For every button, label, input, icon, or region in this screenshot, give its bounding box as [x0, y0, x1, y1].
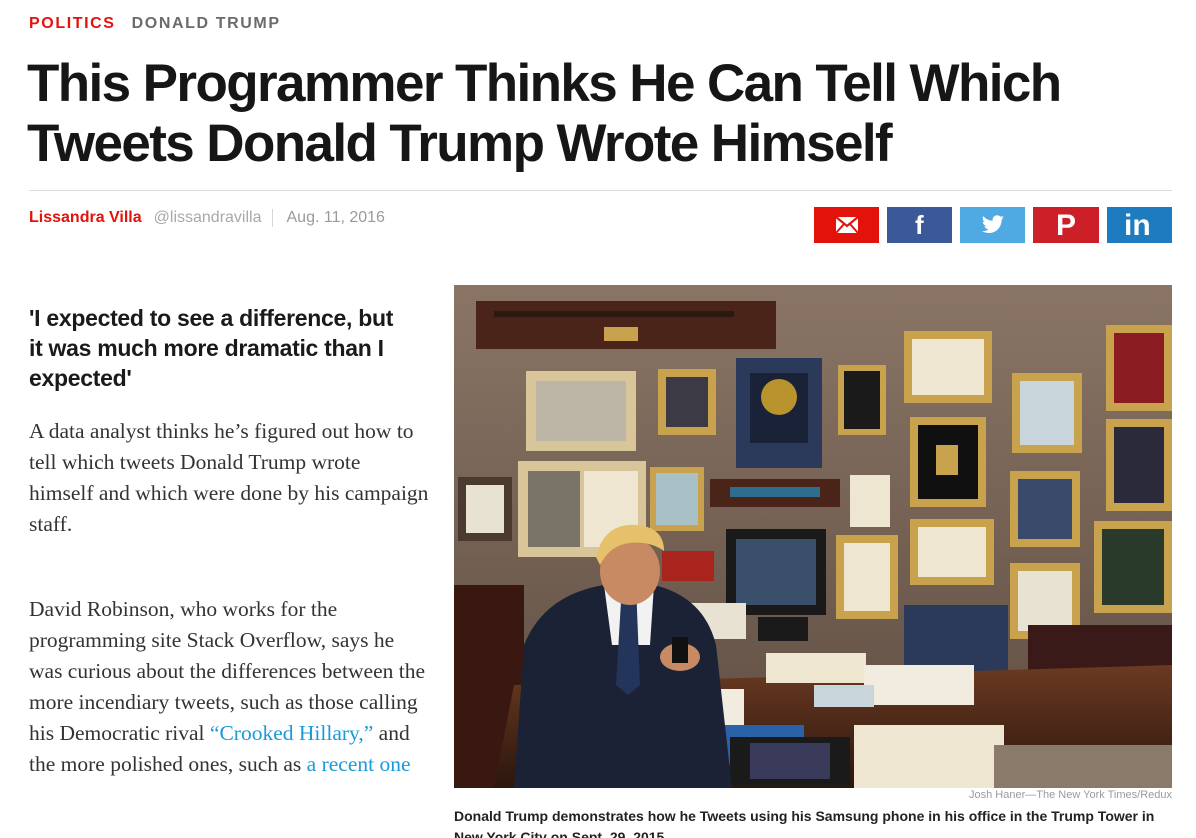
share-email-button[interactable] [814, 207, 879, 243]
article-kicker: POLITICS DONALD TRUMP [29, 15, 281, 33]
svg-text:in: in [1124, 211, 1151, 239]
byline-separator [271, 209, 273, 227]
twitter-bird-icon [981, 215, 1005, 235]
byline: Lissandra Villa @lissandravilla Aug. 11,… [29, 209, 385, 227]
header-divider [29, 190, 1172, 191]
crooked-hillary-link[interactable]: “Crooked Hillary,” [210, 721, 373, 745]
publish-date: Aug. 11, 2016 [286, 209, 385, 226]
section-link-politics[interactable]: POLITICS [29, 15, 116, 32]
svg-text:P: P [1056, 211, 1076, 239]
share-pinterest-button[interactable]: P [1033, 207, 1099, 243]
article-deck: 'I expected to see a difference, but it … [29, 305, 394, 391]
recent-tweet-link[interactable]: a recent one [307, 752, 411, 776]
envelope-icon [834, 216, 859, 234]
photo-credit: Josh Haner—The New York Times/Redux [969, 789, 1172, 801]
pinterest-icon: P [1055, 211, 1077, 239]
article-headline: This Programmer Thinks He Can Tell Which… [27, 54, 1062, 173]
facebook-icon: f [913, 213, 927, 237]
share-facebook-button[interactable]: f [887, 207, 952, 243]
topic-link-donald-trump[interactable]: DONALD TRUMP [132, 15, 281, 32]
svg-text:f: f [915, 213, 924, 237]
share-linkedin-button[interactable]: in [1107, 207, 1172, 243]
author-link[interactable]: Lissandra Villa [29, 209, 142, 227]
article-photo [454, 285, 1172, 788]
author-twitter-handle[interactable]: @lissandravilla [154, 209, 262, 227]
linkedin-icon: in [1123, 211, 1157, 239]
body-paragraph-1: A data analyst thinks he’s figured out h… [29, 419, 429, 536]
photo-caption: Donald Trump demonstrates how he Tweets … [454, 808, 1155, 838]
body-paragraph-2: David Robinson, who works for the progra… [29, 594, 429, 780]
share-twitter-button[interactable] [960, 207, 1025, 243]
